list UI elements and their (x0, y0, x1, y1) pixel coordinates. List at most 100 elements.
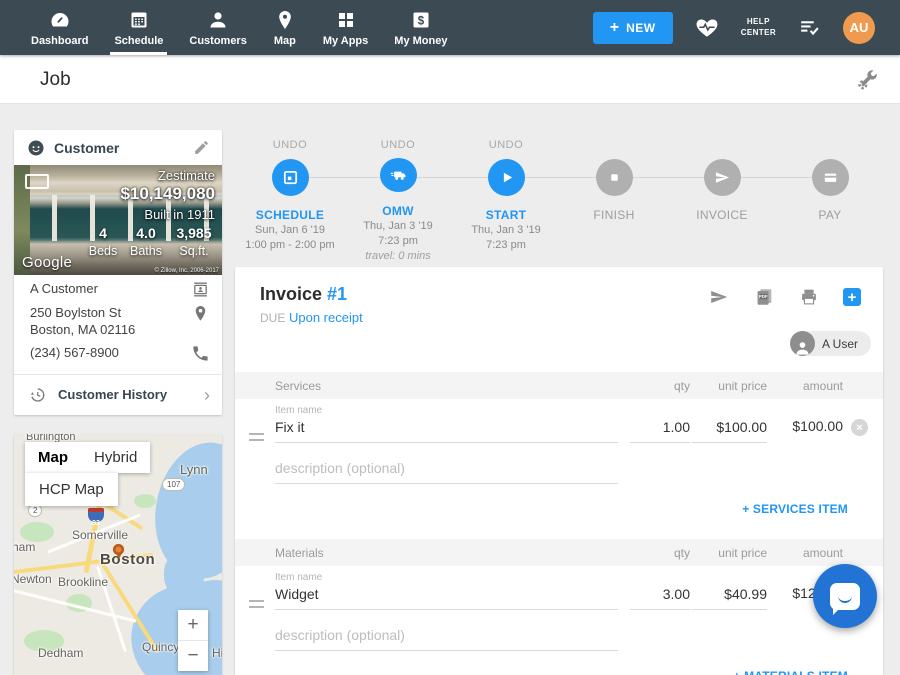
assignee-name: A User (822, 337, 858, 351)
pdf-icon[interactable]: PDF (753, 286, 775, 308)
nav-item-dashboard[interactable]: Dashboard (18, 0, 101, 55)
chat-support-button[interactable] (813, 564, 877, 628)
svg-text:$: $ (418, 15, 425, 27)
section-title: Services (275, 379, 321, 393)
add-materials-item-link[interactable]: + MATERIALS ITEM (733, 669, 848, 675)
services-section: Services qty unit price amount Item name… (235, 372, 883, 539)
nav-label: My Apps (323, 35, 368, 47)
service-description-input[interactable] (275, 460, 618, 484)
print-icon[interactable] (798, 286, 820, 308)
timeline-step-invoice: INVOICE (668, 135, 776, 263)
dashboard-icon (48, 8, 72, 32)
omw-step-button[interactable] (380, 158, 417, 192)
material-description-input[interactable] (275, 627, 618, 651)
phone-icon[interactable] (191, 344, 210, 363)
item-name-label: Item name (275, 572, 322, 583)
nav-item-my-apps[interactable]: My Apps (310, 0, 381, 55)
history-icon (28, 386, 46, 404)
service-qty-input[interactable] (630, 419, 690, 443)
drag-handle[interactable] (249, 600, 264, 608)
nav-item-map[interactable]: Map (260, 0, 310, 55)
undo-link[interactable]: UNDO (273, 139, 307, 152)
map-label-brookline: Brookline (58, 575, 108, 589)
material-qty-input[interactable] (630, 586, 690, 610)
pay-step-button[interactable] (812, 159, 849, 196)
map-water (164, 552, 204, 597)
undo-link[interactable]: UNDO (381, 139, 415, 151)
map-type-hybrid-button[interactable]: Hybrid (81, 449, 150, 466)
help-center-button[interactable]: HELP CENTER (741, 17, 776, 39)
contact-card-icon[interactable] (191, 280, 210, 299)
timeline-step-finish: FINISH (560, 135, 668, 263)
add-invoice-button[interactable]: + (843, 288, 861, 306)
invoice-step-button[interactable] (704, 159, 741, 196)
health-pulse-button[interactable] (694, 15, 720, 41)
qty-column-header: qty (630, 546, 690, 560)
checklist-button[interactable] (797, 15, 822, 40)
map-label-quincy: Quincy (142, 640, 179, 654)
services-header: Services qty unit price amount (235, 372, 883, 399)
play-icon (496, 167, 517, 188)
add-services-item-link[interactable]: + SERVICES ITEM (742, 502, 848, 516)
invoice-actions: PDF + (708, 286, 861, 308)
customer-card-title: Customer (54, 140, 185, 156)
drag-handle[interactable] (249, 433, 264, 441)
customer-phone: (234) 567-8900 (30, 344, 191, 363)
timeline-step-pay: PAY (776, 135, 884, 263)
customer-card: Customer Zestimate $10,149,080 Built in … (14, 130, 222, 415)
property-stats: 4 Beds 4.0 Baths 3,985 Sq.ft. (85, 225, 217, 258)
job-settings-button[interactable] (854, 67, 880, 93)
invoice-number[interactable]: #1 (327, 284, 347, 304)
list-check-icon (797, 15, 822, 40)
timeline-step-omw: UNDO OMW Thu, Jan 3 '19 7:23 pm travel: … (344, 135, 452, 263)
my-apps-icon (334, 8, 358, 32)
plus-icon: + (610, 20, 619, 36)
map-type-map-button[interactable]: Map (25, 449, 81, 466)
stop-icon (604, 167, 625, 188)
material-item-name-input[interactable] (275, 586, 618, 610)
zoom-in-button[interactable]: + (178, 610, 208, 640)
user-avatar[interactable]: AU (843, 12, 875, 44)
chevron-right-icon: › (204, 386, 210, 404)
delete-item-button[interactable]: × (851, 419, 868, 436)
navbar-right: + NEW HELP CENTER AU (593, 0, 900, 55)
undo-link[interactable]: UNDO (489, 139, 523, 152)
nav-item-customers[interactable]: Customers (176, 0, 259, 55)
map-widget[interactable]: Burlington Lynn Somerville ham Boston Ne… (14, 434, 222, 675)
nav-label: My Money (394, 35, 447, 47)
wrench-gear-icon (854, 67, 880, 93)
unit-price-column-header: unit price (692, 379, 767, 393)
hcp-map-button[interactable]: HCP Map (25, 473, 118, 506)
travel-time: travel: 0 mins (365, 250, 430, 263)
service-item-name-input[interactable] (275, 419, 618, 443)
assignee-chip[interactable]: A User (790, 331, 871, 356)
street-view-frame-icon[interactable] (25, 174, 49, 189)
customer-name-row: A Customer (30, 280, 210, 299)
schedule-step-button[interactable] (272, 159, 309, 196)
service-amount: $100.00 (767, 418, 843, 434)
send-invoice-icon[interactable] (708, 286, 730, 308)
due-label: DUE (260, 311, 285, 325)
customer-history-button[interactable]: Customer History › (14, 374, 222, 415)
credit-card-icon (820, 167, 841, 188)
page-header: Job (0, 55, 900, 104)
stat-sqft: 3,985 Sq.ft. (171, 225, 217, 258)
photo-copyright: © Zillow, Inc. 2006-2017 (155, 268, 219, 274)
nav-item-schedule[interactable]: Schedule (101, 0, 176, 55)
finish-step-button[interactable] (596, 159, 633, 196)
due-terms-link[interactable]: Upon receipt (289, 310, 363, 325)
material-unit-price-input[interactable] (692, 586, 767, 610)
service-unit-price-input[interactable] (692, 419, 767, 443)
new-button[interactable]: + NEW (593, 12, 673, 44)
unit-price-column-header: unit price (692, 546, 767, 560)
map-type-control: Map Hybrid (25, 442, 150, 473)
nav-item-my-money[interactable]: $ My Money (381, 0, 460, 55)
map-label-newton: Newton (14, 572, 52, 586)
edit-pencil-icon[interactable] (193, 139, 210, 156)
zestimate-value: $10,149,080 (120, 184, 215, 204)
invoice-title: Invoice #1 (260, 284, 347, 305)
timeline-step-schedule: UNDO SCHEDULE Sun, Jan 6 '19 1:00 pm - 2… (236, 135, 344, 263)
zoom-out-button[interactable]: − (178, 641, 208, 671)
start-step-button[interactable] (488, 159, 525, 196)
location-pin-icon[interactable] (191, 304, 210, 323)
